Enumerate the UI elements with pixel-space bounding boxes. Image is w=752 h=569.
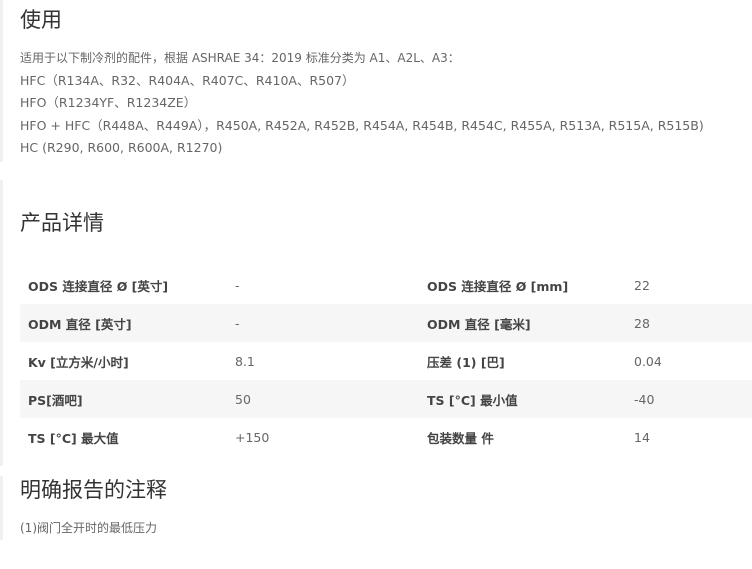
spec-label: PS[酒吧] xyxy=(20,380,227,418)
details-title: 产品详情 xyxy=(20,211,104,235)
spec-label: ODS 连接直径 Ø [英寸] xyxy=(28,278,169,294)
spec-label: ODS 连接直径 Ø [mm] xyxy=(427,278,569,294)
spec-value: 0.04 xyxy=(634,353,662,369)
spec-value: 8.1 xyxy=(235,353,255,369)
spec-label: ODM 直径 [英寸] xyxy=(20,304,227,342)
usage-section: 使用 适用于以下制冷剂的配件，根据 ASHRAE 34：2019 标准分类为 A… xyxy=(20,7,752,160)
usage-list: 适用于以下制冷剂的配件，根据 ASHRAE 34：2019 标准分类为 A1、A… xyxy=(20,47,752,160)
usage-line: HFO（R1234YF、R1234ZE） xyxy=(20,95,197,111)
spec-value: - xyxy=(227,304,419,342)
table-row: ODS 连接直径 Ø [英寸] - ODS 连接直径 Ø [mm] 22 xyxy=(20,266,752,304)
spec-label: 包装数量 件 xyxy=(427,430,494,446)
section-divider xyxy=(0,180,3,466)
spec-value: 50 xyxy=(227,380,419,418)
spec-label: TS [°C] 最大值 xyxy=(28,430,119,446)
spec-label: TS [°C] 最小值 xyxy=(419,380,626,418)
table-row: PS[酒吧] 50 TS [°C] 最小值 -40 xyxy=(20,380,752,418)
product-page: 使用 适用于以下制冷剂的配件，根据 ASHRAE 34：2019 标准分类为 A… xyxy=(0,0,752,569)
notes-title: 明确报告的注释 xyxy=(20,478,167,502)
usage-line: HFO + HFC（R448A、R449A），R450A, R452A, R45… xyxy=(20,117,704,133)
notes-section: 明确报告的注释 (1)阀门全开时的最低压力 xyxy=(20,477,752,536)
section-divider xyxy=(0,0,3,162)
spec-value: 14 xyxy=(634,429,650,445)
usage-line: HFC（R134A、R32、R404A、R407C、R410A、R507） xyxy=(20,72,355,88)
table-row: ODM 直径 [英寸] - ODM 直径 [毫米] 28 xyxy=(20,304,752,342)
spec-value: 28 xyxy=(626,304,752,342)
usage-title: 使用 xyxy=(20,8,62,32)
details-section: 产品详情 xyxy=(20,210,752,236)
table-row: Kv [立方米/小时] 8.1 压差 (1) [巴] 0.04 xyxy=(20,342,752,380)
spec-value: - xyxy=(235,277,240,293)
spec-label: Kv [立方米/小时] xyxy=(28,354,129,370)
usage-line: HC (R290, R600, R600A, R1270) xyxy=(20,140,223,156)
spec-value: +150 xyxy=(235,429,270,445)
usage-intro: 适用于以下制冷剂的配件，根据 ASHRAE 34：2019 标准分类为 A1、A… xyxy=(20,51,460,65)
section-divider xyxy=(0,476,3,540)
details-table: ODS 连接直径 Ø [英寸] - ODS 连接直径 Ø [mm] 22 ODM… xyxy=(20,266,752,456)
spec-value: -40 xyxy=(626,380,752,418)
table-row: TS [°C] 最大值 +150 包装数量 件 14 xyxy=(20,418,752,456)
spec-value: 22 xyxy=(634,277,650,293)
note-text: (1)阀门全开时的最低压力 xyxy=(20,521,157,535)
spec-label: ODM 直径 [毫米] xyxy=(419,304,626,342)
spec-label: 压差 (1) [巴] xyxy=(427,354,505,370)
